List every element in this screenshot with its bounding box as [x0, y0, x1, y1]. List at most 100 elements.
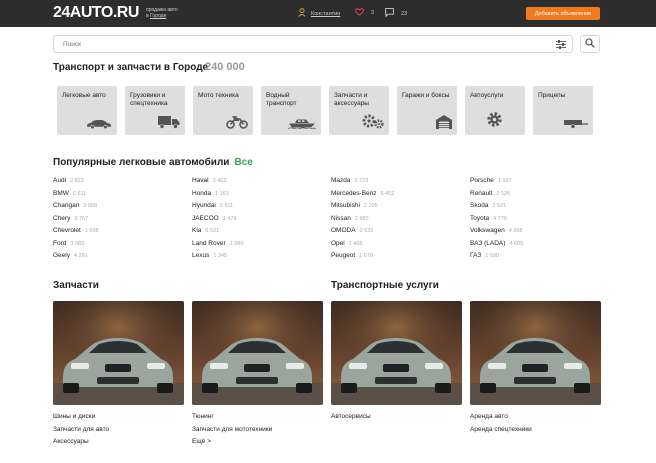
- brand-count: 1 479: [222, 215, 237, 222]
- brand-count: 2 521: [492, 203, 507, 209]
- brand-count: 3 767: [74, 215, 89, 222]
- user-name[interactable]: Константин: [311, 11, 340, 17]
- transport-services-title: Транспортные услуги: [331, 280, 439, 291]
- car-icon: [86, 119, 112, 131]
- brand-name: OMODA: [331, 227, 356, 234]
- category-parts[interactable]: Запчасти и аксессуары: [329, 86, 389, 135]
- brand-name: Skoda: [470, 202, 489, 209]
- page-title: Транспорт и запчасти в Городе: [53, 62, 209, 73]
- service-link[interactable]: Аренда спецтехники: [470, 426, 532, 439]
- category-label: Легковые авто: [62, 92, 106, 99]
- brand-link[interactable]: Haval 3 463: [192, 177, 331, 190]
- brand-link[interactable]: Land Rover 1 586: [192, 240, 331, 253]
- site-logo[interactable]: 24AUTO.RU: [53, 4, 139, 22]
- brand-link[interactable]: JAECOO 1 479: [192, 215, 331, 228]
- service-link[interactable]: Аренда авто: [470, 413, 532, 426]
- category-moto[interactable]: Мото техника: [193, 86, 253, 135]
- brand-count: 2 982: [354, 215, 369, 222]
- user-icon: [298, 8, 306, 19]
- parts-link[interactable]: Тюнинг: [192, 413, 272, 426]
- all-brands-link[interactable]: Все: [234, 157, 252, 168]
- brand-name: ГАЗ: [470, 252, 482, 259]
- brand-count: 1 466: [348, 240, 363, 247]
- category-trailers[interactable]: Прицепы: [533, 86, 593, 135]
- gears-icon: [362, 113, 384, 131]
- brand-link[interactable]: Honda 1 162: [192, 190, 331, 203]
- brand-name: Audi: [53, 177, 67, 184]
- gear-icon: [486, 111, 503, 130]
- category-trucks[interactable]: Грузовики и спецтехника: [125, 86, 185, 135]
- brand-link[interactable]: Mercedes-Benz 6 452: [331, 190, 470, 203]
- brand-link[interactable]: Nissan 2 982: [331, 215, 470, 228]
- category-water[interactable]: Водный транспорт: [261, 86, 321, 135]
- brand-link[interactable]: Renault 2 126: [470, 190, 609, 203]
- brand-count: 1 723: [354, 178, 369, 184]
- more-link[interactable]: Ещё >: [192, 438, 272, 451]
- category-cars[interactable]: Легковые авто: [57, 86, 117, 135]
- top-header: 24AUTO.RU продажа авто в Городе Констант…: [0, 0, 656, 27]
- brand-count: 2 535: [359, 228, 374, 234]
- motorcycle-icon: [226, 115, 248, 131]
- brand-link[interactable]: Changan 3 808: [53, 202, 192, 215]
- brand-name: Hyundai: [192, 202, 216, 209]
- brand-link[interactable]: Peugeot 1 070: [331, 252, 470, 265]
- brand-link[interactable]: Mitsubishi 2 205: [331, 202, 470, 215]
- brand-link[interactable]: BMW 6 511: [53, 190, 192, 203]
- brand-count: 4 368: [508, 228, 523, 234]
- brand-link[interactable]: Kia 6 531: [192, 227, 331, 240]
- brand-count: 3 463: [212, 178, 227, 184]
- brand-name: Porsche: [470, 177, 494, 184]
- brand-link[interactable]: Chevrolet 1 698: [53, 227, 192, 240]
- favorites-link[interactable]: 3: [355, 8, 374, 18]
- brand-link[interactable]: Toyota 4 776: [470, 215, 609, 228]
- user-menu[interactable]: Константин: [298, 8, 340, 19]
- messages-link[interactable]: 23: [385, 8, 407, 19]
- brand-link[interactable]: OMODA 2 535: [331, 227, 470, 240]
- filter-icon[interactable]: [556, 40, 566, 51]
- brand-count: 1 345: [213, 253, 228, 259]
- service-link[interactable]: Автосервисы: [331, 413, 371, 426]
- brand-link[interactable]: Mazda 1 723: [331, 177, 470, 190]
- brand-link[interactable]: Lexus 1 345: [192, 252, 331, 265]
- parts-card-image[interactable]: [53, 301, 184, 405]
- brand-name: Renault: [470, 189, 493, 197]
- boat-icon: [287, 117, 317, 131]
- add-listing-button[interactable]: Добавить объявление: [526, 7, 600, 20]
- services-card-image[interactable]: [331, 301, 462, 405]
- brand-link[interactable]: Ford 3 083: [53, 240, 192, 253]
- brand-count: 4 605: [509, 240, 524, 247]
- parts-links-col2: Тюнинг Запчасти для мототехники Ещё >: [192, 413, 272, 451]
- search-input[interactable]: [63, 39, 543, 50]
- services-card-image[interactable]: [470, 301, 601, 405]
- category-autoservices[interactable]: Автоуслуги: [465, 86, 525, 135]
- brand-count: 2 823: [70, 178, 84, 184]
- parts-card-image[interactable]: [192, 301, 323, 405]
- parts-link[interactable]: Аксессуары: [53, 438, 109, 451]
- brand-link[interactable]: Audi 2 823: [53, 177, 192, 190]
- brand-link[interactable]: Opel 1 466: [331, 240, 470, 253]
- brand-name: Ford: [53, 239, 67, 247]
- brand-name: Volkswagen: [470, 227, 505, 234]
- brand-link[interactable]: Porsche 1 167: [470, 177, 609, 190]
- brand-count: 2 126: [496, 190, 511, 197]
- parts-link[interactable]: Шины и диски: [53, 413, 109, 426]
- brand-link[interactable]: Hyundai 5 611: [192, 202, 331, 215]
- brand-name: JAECOO: [192, 214, 219, 222]
- parts-link[interactable]: Запчасти для авто: [53, 426, 109, 439]
- brand-link[interactable]: ВАЗ (LADA) 4 605: [470, 240, 609, 253]
- truck-icon: [158, 115, 180, 131]
- brand-link[interactable]: Volkswagen 4 368: [470, 227, 609, 240]
- brand-link[interactable]: Geely 4 291: [53, 252, 192, 265]
- search-button[interactable]: [580, 35, 600, 53]
- city-selector[interactable]: Городе: [150, 13, 166, 19]
- brand-link[interactable]: Skoda 2 521: [470, 202, 609, 215]
- brand-link[interactable]: Chery 3 767: [53, 215, 192, 228]
- brand-name: Opel: [331, 239, 345, 247]
- category-label: Гаражи и боксы: [402, 92, 450, 99]
- brand-count: 1 070: [359, 253, 373, 259]
- category-label: Запчасти и аксессуары: [334, 92, 369, 107]
- brand-link[interactable]: ГАЗ 1 530: [470, 252, 609, 265]
- category-garages[interactable]: Гаражи и боксы: [397, 86, 457, 135]
- parts-link[interactable]: Запчасти для мототехники: [192, 426, 272, 439]
- brand-name: Haval: [192, 177, 209, 184]
